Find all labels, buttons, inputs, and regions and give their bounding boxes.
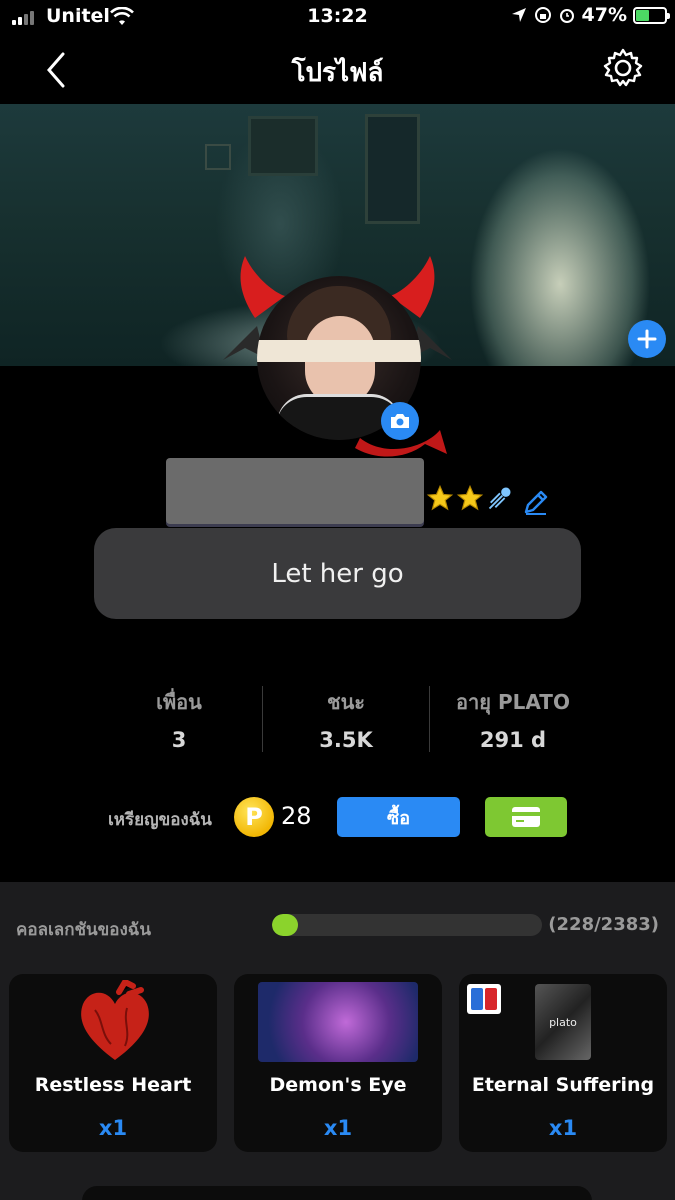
stat-label: อายุ PLATO [456, 690, 570, 714]
edit-profile-button[interactable] [522, 488, 550, 516]
eternal-suffering-image: plato [535, 984, 591, 1060]
settings-button[interactable] [601, 46, 645, 90]
stat-wins: ชนะ 3.5K [262, 686, 429, 752]
comet-icon [488, 487, 511, 510]
rank-badges [426, 484, 514, 512]
location-icon [511, 8, 526, 22]
star-icon [456, 484, 484, 511]
uno-game-icon [467, 984, 501, 1014]
gear-icon [603, 48, 643, 87]
stat-friends[interactable]: เพื่อน 3 [96, 686, 262, 752]
alarm-icon [559, 9, 574, 23]
battery-icon [633, 6, 670, 24]
star-icon [426, 484, 454, 511]
pencil-icon [524, 490, 548, 515]
collection-item-qty: x1 [98, 1116, 128, 1140]
collection-title[interactable]: คอลเลกชันของฉัน [16, 916, 151, 943]
collection-item-qty: x1 [323, 1116, 353, 1140]
status-bar: Unitel 13:22 47% [0, 0, 675, 36]
rotation-lock-icon [534, 7, 551, 23]
status-message[interactable]: Let her go [94, 528, 581, 619]
stat-value: 291 d [479, 728, 547, 752]
collection-item-qty: x1 [548, 1116, 578, 1140]
collection-item-name: Restless Heart [34, 1074, 192, 1096]
wallet-icon [512, 807, 540, 827]
stat-value: 3 [171, 728, 187, 752]
collection-item[interactable]: Restless Heart x1 [9, 974, 217, 1152]
avatar-frame [215, 248, 460, 473]
stat-label: เพื่อน [156, 690, 202, 714]
coin-icon: P [234, 797, 274, 837]
demon-eye-image [258, 982, 418, 1062]
add-cover-button[interactable] [628, 320, 666, 358]
stat-label: ชนะ [327, 690, 365, 714]
collection-section: คอลเลกชันของฉัน (228/2383) Restless Hear… [0, 882, 675, 1200]
battery-percent: 47% [581, 4, 627, 26]
username-redacted [166, 458, 424, 524]
camera-icon [391, 414, 409, 428]
change-avatar-button[interactable] [381, 402, 419, 440]
coins-row: เหรียญของฉัน P 28 ซื้อ [0, 796, 675, 838]
collection-item-name: Demon's Eye [269, 1074, 407, 1096]
collection-item[interactable]: plato Eternal Suffering x1 [459, 974, 667, 1152]
collection-progress-bar [272, 914, 542, 936]
coin-count: 28 [281, 802, 312, 830]
page-title: โปรไฟล์ [291, 58, 384, 88]
plus-icon [637, 329, 657, 349]
buy-coins-button[interactable]: ซื้อ [337, 797, 460, 837]
collection-item[interactable]: Demon's Eye x1 [234, 974, 442, 1152]
stat-value: 3.5K [319, 728, 373, 752]
collection-item-name: Eternal Suffering [471, 1074, 655, 1096]
coins-label: เหรียญของฉัน [108, 810, 212, 830]
stat-plato-age: อายุ PLATO 291 d [429, 686, 596, 752]
collection-progress-text: (228/2383) [548, 914, 659, 935]
nav-bar: โปรไฟล์ [0, 36, 675, 104]
heart-icon [81, 980, 149, 1060]
stats-row: เพื่อน 3 ชนะ 3.5K อายุ PLATO 291 d [96, 686, 596, 752]
bottom-button[interactable] [82, 1186, 592, 1200]
wallet-button[interactable] [485, 797, 567, 837]
